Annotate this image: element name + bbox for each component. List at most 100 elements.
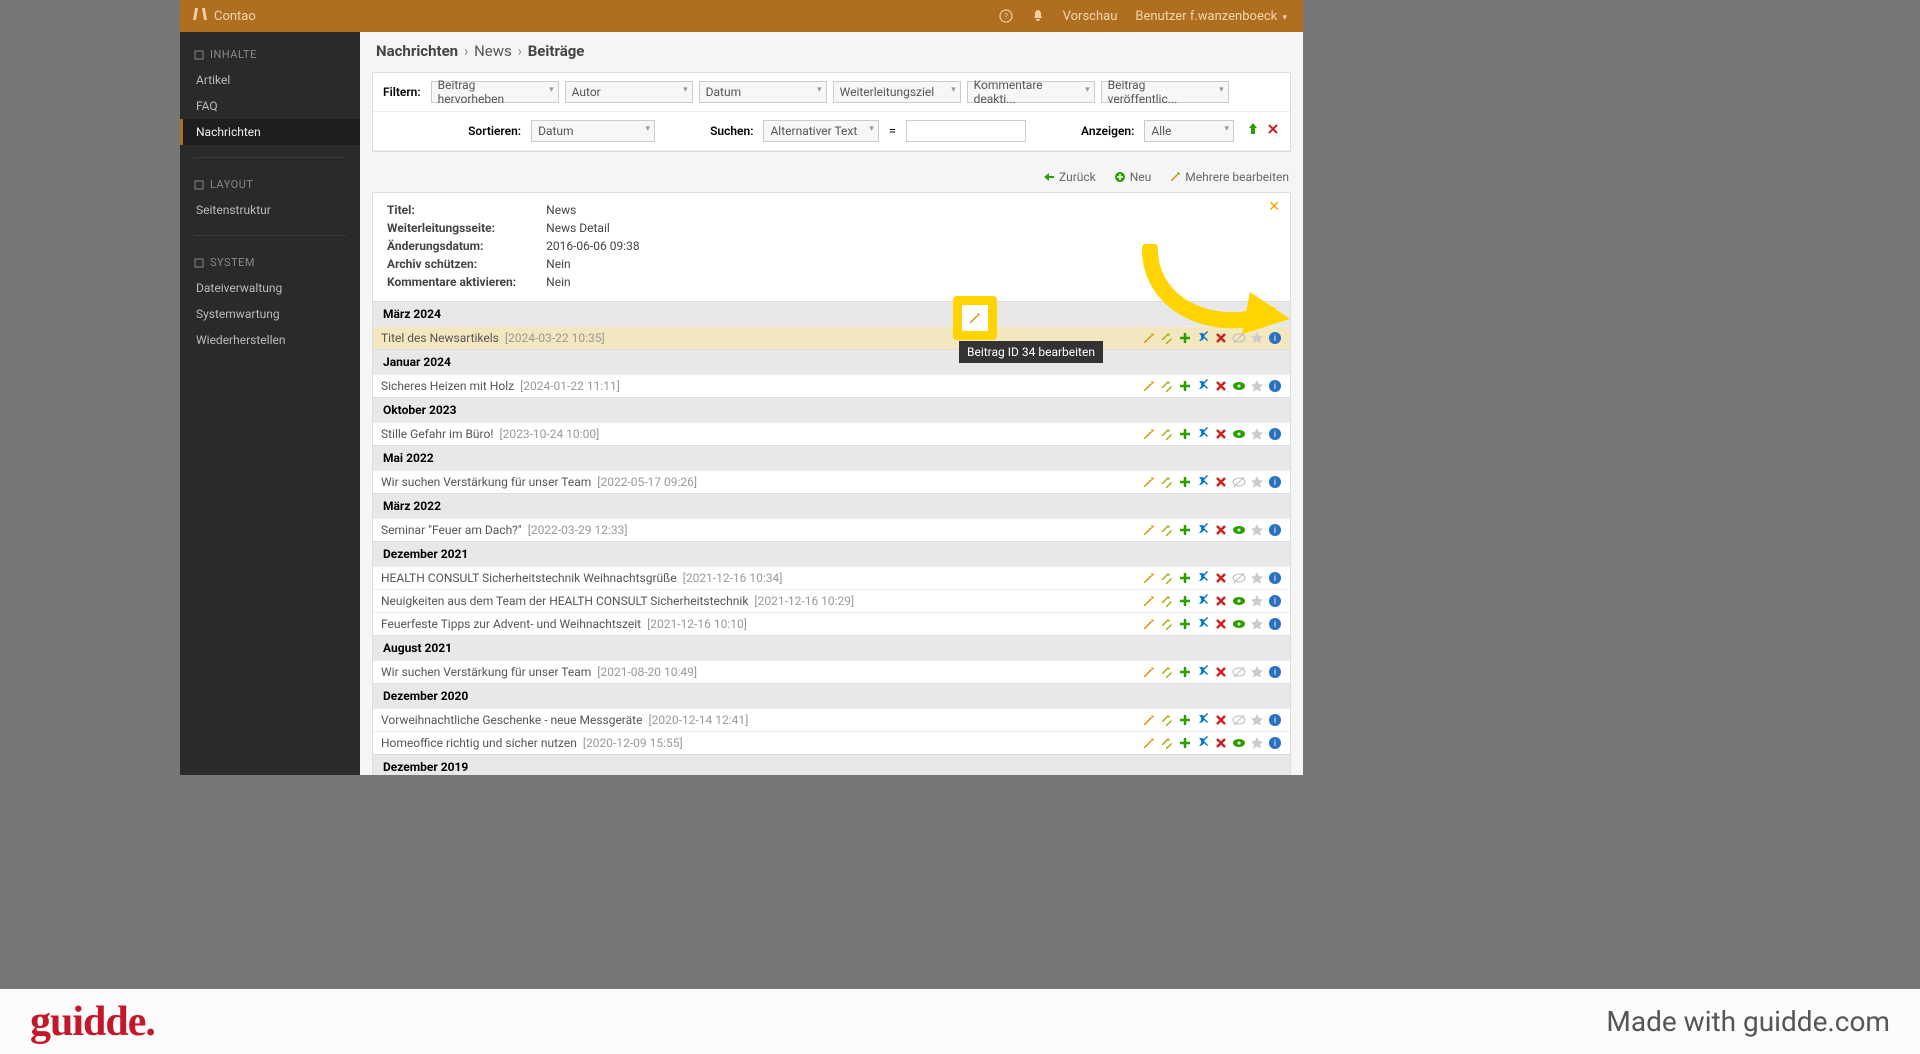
delete-icon[interactable]: [1214, 713, 1228, 727]
apply-icon[interactable]: [1246, 122, 1260, 140]
new-link[interactable]: Neu: [1114, 170, 1152, 184]
cut-icon[interactable]: [1196, 594, 1210, 608]
cut-icon[interactable]: [1196, 523, 1210, 537]
cut-icon[interactable]: [1196, 379, 1210, 393]
new-icon[interactable]: [1178, 523, 1192, 537]
toggle-publish-icon[interactable]: [1232, 427, 1246, 441]
show-select[interactable]: Alle: [1144, 120, 1234, 142]
cut-icon[interactable]: [1196, 736, 1210, 750]
toggle-publish-icon[interactable]: [1232, 713, 1246, 727]
filter-publish[interactable]: Beitrag veröffentlic...: [1101, 81, 1229, 103]
reset-icon[interactable]: [1266, 122, 1280, 140]
info-icon[interactable]: i: [1268, 379, 1282, 393]
info-icon[interactable]: i: [1268, 427, 1282, 441]
info-icon[interactable]: i: [1268, 594, 1282, 608]
feature-icon[interactable]: [1250, 427, 1264, 441]
info-icon[interactable]: i: [1268, 617, 1282, 631]
info-icon[interactable]: i: [1268, 571, 1282, 585]
preview-link[interactable]: Vorschau: [1063, 9, 1118, 24]
feature-icon[interactable]: [1250, 475, 1264, 489]
user-menu[interactable]: Benutzer f.wanzenboeck ▾: [1135, 9, 1287, 24]
search-field-select[interactable]: Alternativer Text: [763, 120, 878, 142]
sort-select[interactable]: Datum: [531, 120, 655, 142]
cut-icon[interactable]: [1196, 427, 1210, 441]
delete-icon[interactable]: [1214, 617, 1228, 631]
duplicate-icon[interactable]: [1160, 523, 1174, 537]
back-link[interactable]: Zurück: [1043, 170, 1096, 184]
cut-icon[interactable]: [1196, 713, 1210, 727]
new-icon[interactable]: [1178, 713, 1192, 727]
sidebar-item[interactable]: Seitenstruktur: [180, 197, 360, 223]
delete-icon[interactable]: [1214, 475, 1228, 489]
duplicate-icon[interactable]: [1160, 736, 1174, 750]
filter-author[interactable]: Autor: [565, 81, 693, 103]
new-icon[interactable]: [1178, 617, 1192, 631]
filter-highlight[interactable]: Beitrag hervorheben: [431, 81, 559, 103]
feature-icon[interactable]: [1250, 617, 1264, 631]
sidebar-item[interactable]: Artikel: [180, 67, 360, 93]
toggle-publish-icon[interactable]: [1232, 475, 1246, 489]
edit-icon[interactable]: [1142, 617, 1156, 631]
edit-icon[interactable]: [1142, 571, 1156, 585]
toggle-publish-icon[interactable]: [1232, 594, 1246, 608]
toggle-publish-icon[interactable]: [1232, 379, 1246, 393]
delete-icon[interactable]: [1214, 427, 1228, 441]
filter-redirect[interactable]: Weiterleitungsziel: [833, 81, 961, 103]
toggle-publish-icon[interactable]: [1232, 617, 1246, 631]
delete-icon[interactable]: [1214, 594, 1228, 608]
new-icon[interactable]: [1178, 427, 1192, 441]
sidebar-item[interactable]: Nachrichten: [180, 119, 360, 145]
feature-icon[interactable]: [1250, 523, 1264, 537]
feature-icon[interactable]: [1250, 713, 1264, 727]
bell-icon[interactable]: [1031, 9, 1045, 23]
edit-icon[interactable]: [1142, 713, 1156, 727]
feature-icon[interactable]: [1250, 571, 1264, 585]
new-icon[interactable]: [1178, 665, 1192, 679]
duplicate-icon[interactable]: [1160, 665, 1174, 679]
edit-icon[interactable]: [1142, 594, 1156, 608]
delete-icon[interactable]: [1214, 379, 1228, 393]
sidebar-item[interactable]: Wiederherstellen: [180, 327, 360, 353]
toggle-publish-icon[interactable]: [1232, 523, 1246, 537]
duplicate-icon[interactable]: [1160, 713, 1174, 727]
edit-icon[interactable]: [1142, 475, 1156, 489]
edit-icon[interactable]: [1142, 379, 1156, 393]
edit-icon[interactable]: [1142, 523, 1156, 537]
sidebar-item[interactable]: Dateiverwaltung: [180, 275, 360, 301]
new-icon[interactable]: [1178, 379, 1192, 393]
filter-comments[interactable]: Kommentare deakti...: [967, 81, 1095, 103]
delete-icon[interactable]: [1214, 571, 1228, 585]
duplicate-icon[interactable]: [1160, 594, 1174, 608]
help-icon[interactable]: ?: [999, 9, 1013, 23]
duplicate-icon[interactable]: [1160, 571, 1174, 585]
filter-date[interactable]: Datum: [699, 81, 827, 103]
info-icon[interactable]: i: [1268, 475, 1282, 489]
toggle-publish-icon[interactable]: [1232, 571, 1246, 585]
delete-icon[interactable]: [1214, 665, 1228, 679]
edit-icon[interactable]: [1142, 665, 1156, 679]
cut-icon[interactable]: [1196, 617, 1210, 631]
new-icon[interactable]: [1178, 594, 1192, 608]
sidebar-item[interactable]: Systemwartung: [180, 301, 360, 327]
duplicate-icon[interactable]: [1160, 475, 1174, 489]
duplicate-icon[interactable]: [1160, 427, 1174, 441]
info-icon[interactable]: i: [1268, 736, 1282, 750]
feature-icon[interactable]: [1250, 594, 1264, 608]
feature-icon[interactable]: [1250, 379, 1264, 393]
new-icon[interactable]: [1178, 571, 1192, 585]
edit-icon[interactable]: [1142, 427, 1156, 441]
bulk-edit-link[interactable]: Mehrere bearbeiten: [1169, 170, 1289, 184]
new-icon[interactable]: [1178, 736, 1192, 750]
delete-icon[interactable]: [1214, 736, 1228, 750]
collapse-icon[interactable]: ✕: [1268, 199, 1280, 215]
feature-icon[interactable]: [1250, 665, 1264, 679]
info-icon[interactable]: i: [1268, 523, 1282, 537]
cut-icon[interactable]: [1196, 665, 1210, 679]
info-icon[interactable]: i: [1268, 665, 1282, 679]
search-input[interactable]: [906, 120, 1026, 142]
cut-icon[interactable]: [1196, 571, 1210, 585]
delete-icon[interactable]: [1214, 523, 1228, 537]
sidebar-item[interactable]: FAQ: [180, 93, 360, 119]
cut-icon[interactable]: [1196, 475, 1210, 489]
edit-icon[interactable]: [1142, 736, 1156, 750]
